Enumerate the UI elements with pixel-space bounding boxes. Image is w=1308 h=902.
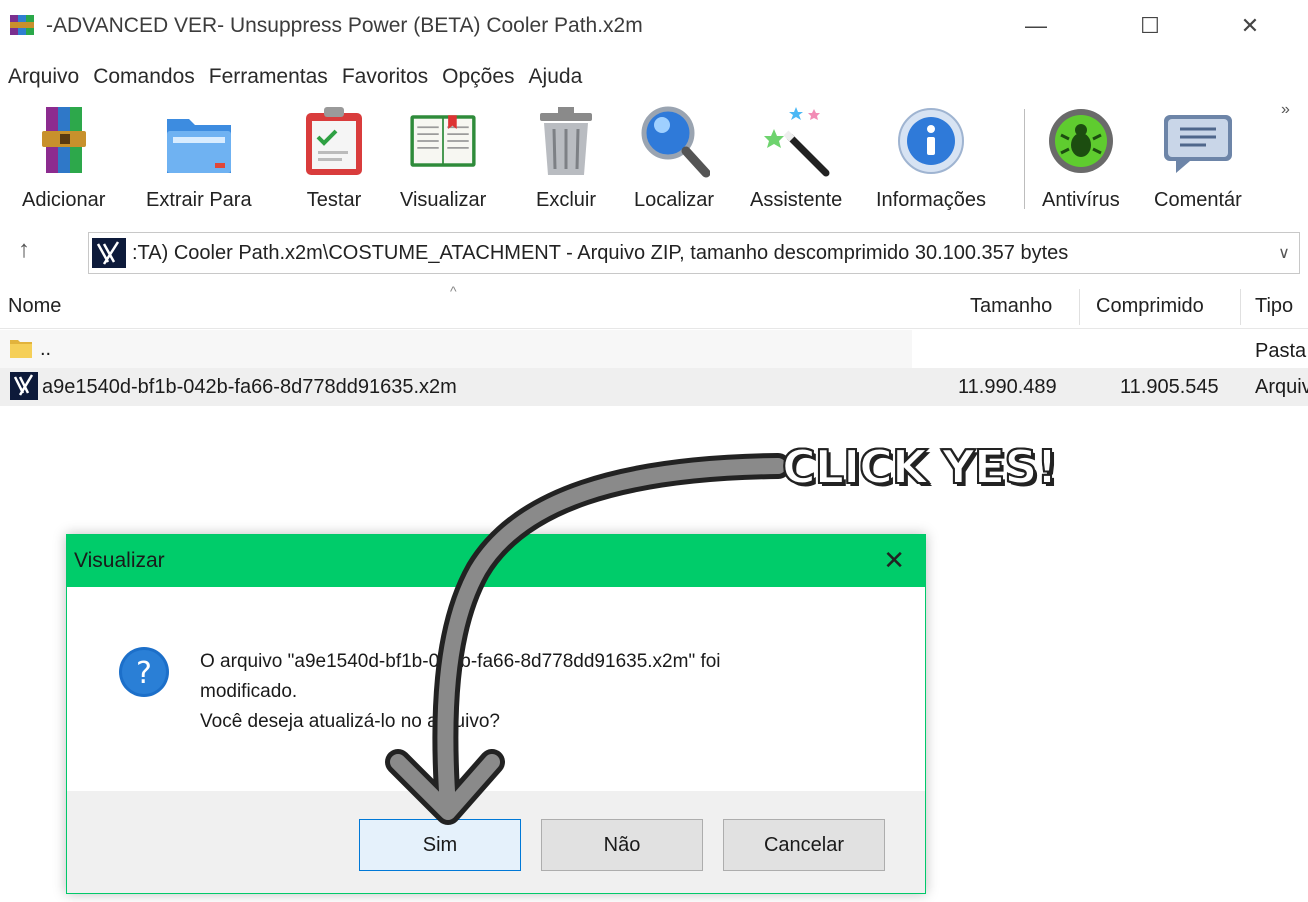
winrar-app-icon <box>10 15 34 35</box>
confirm-dialog: Visualizar ✕ ? O arquivo "a9e1540d-bf1b-… <box>66 534 926 894</box>
column-header-tamanho[interactable]: Tamanho <box>970 295 1052 318</box>
table-row-file[interactable]: a9e1540d-bf1b-042b-fa66-8d778dd91635.x2m… <box>0 368 1308 406</box>
magic-wand-icon <box>764 107 830 177</box>
x2m-file-icon <box>92 238 126 268</box>
folder-icon <box>10 340 32 358</box>
column-headers: ^ Nome Tamanho Comprimido Tipo <box>0 283 1308 329</box>
row-name: a9e1540d-bf1b-042b-fa66-8d778dd91635.x2m <box>42 376 457 398</box>
toolbar-visualizar-button[interactable]: Visualizar <box>400 103 486 221</box>
annotation-click-yes: CLICK YES! <box>781 439 1058 495</box>
toolbar-comentar-button[interactable]: Comentár <box>1154 103 1242 221</box>
title-bar: -ADVANCED VER- Unsuppress Power (BETA) C… <box>0 0 1308 52</box>
dialog-close-button[interactable]: ✕ <box>883 545 905 576</box>
address-dropdown-icon[interactable]: ∨ <box>1269 243 1299 263</box>
yes-button[interactable]: Sim <box>359 819 521 871</box>
close-window-button[interactable]: ✕ <box>1204 0 1296 52</box>
dialog-message-line: O arquivo "a9e1540d-bf1b-042b-fa66-8d778… <box>200 651 721 672</box>
sort-ascending-icon: ^ <box>450 283 457 299</box>
question-glyph: ? <box>136 656 152 691</box>
archive-books-icon <box>41 107 86 173</box>
folder-icon <box>166 119 231 173</box>
column-header-tipo[interactable]: Tipo <box>1255 295 1293 318</box>
column-divider[interactable] <box>1240 289 1241 325</box>
menu-arquivo[interactable]: Arquivo <box>0 65 85 89</box>
trash-icon <box>540 107 592 175</box>
menu-comandos[interactable]: Comandos <box>85 65 201 89</box>
toolbar-adicionar-button[interactable]: Adicionar <box>22 103 105 221</box>
column-divider[interactable] <box>1079 289 1080 325</box>
no-button[interactable]: Não <box>541 819 703 871</box>
table-row-parent-folder[interactable]: .. <box>0 330 912 368</box>
toolbar: Adicionar Extrair Para Testar Visualizar… <box>0 97 1308 225</box>
row-name: .. <box>40 338 52 360</box>
dialog-footer: Sim Não Cancelar <box>67 791 925 893</box>
open-book-icon <box>410 115 476 167</box>
minimize-button[interactable]: — <box>990 0 1082 52</box>
menu-bar: Arquivo Comandos Ferramentas Favoritos O… <box>0 58 588 96</box>
address-bar: ↑ :TA) Cooler Path.x2m\COSTUME_ATACHMENT… <box>0 226 1308 282</box>
toolbar-informacoes-button[interactable]: Informações <box>876 103 986 221</box>
dialog-title: Visualizar <box>74 549 165 572</box>
toolbar-testar-button[interactable]: Testar <box>298 103 370 221</box>
row-type: Arquivo <box>1255 376 1308 398</box>
menu-ajuda[interactable]: Ajuda <box>521 65 589 89</box>
dialog-title-bar: Visualizar ✕ <box>67 535 925 587</box>
x2m-file-icon <box>10 372 38 400</box>
magnifier-icon <box>641 106 711 178</box>
address-path: :TA) Cooler Path.x2m\COSTUME_ATACHMENT -… <box>132 241 1069 264</box>
dialog-message: O arquivo "a9e1540d-bf1b-042b-fa66-8d778… <box>200 647 721 737</box>
column-header-nome[interactable]: Nome <box>8 295 61 318</box>
info-icon <box>898 108 965 174</box>
question-icon: ? <box>119 647 169 697</box>
up-folder-button[interactable]: ↑ <box>18 236 30 264</box>
dialog-message-line: Você deseja atualizá-lo no arquivo? <box>200 711 500 732</box>
window-title: -ADVANCED VER- Unsuppress Power (BETA) C… <box>46 14 643 37</box>
dialog-message-line: modificado. <box>200 681 298 702</box>
toolbar-extrair-button[interactable]: Extrair Para <box>146 103 252 221</box>
comment-icon <box>1163 115 1232 173</box>
address-field[interactable]: :TA) Cooler Path.x2m\COSTUME_ATACHMENT -… <box>88 232 1300 274</box>
toolbar-antivirus-button[interactable]: Antivírus <box>1042 103 1120 221</box>
menu-favoritos[interactable]: Favoritos <box>334 65 434 89</box>
cancel-button[interactable]: Cancelar <box>723 819 885 871</box>
toolbar-overflow-button[interactable]: » <box>1281 101 1290 119</box>
row-size: 11.990.489 <box>958 376 1057 398</box>
maximize-button[interactable]: ☐ <box>1104 0 1196 52</box>
bug-icon <box>1048 109 1113 173</box>
toolbar-excluir-button[interactable]: Excluir <box>530 103 602 221</box>
row-packed: 11.905.545 <box>1120 376 1219 398</box>
toolbar-separator <box>1024 109 1025 209</box>
clipboard-check-icon <box>306 107 362 175</box>
toolbar-assistente-button[interactable]: Assistente <box>750 103 842 221</box>
row-type: Pasta <box>1255 340 1307 362</box>
menu-ferramentas[interactable]: Ferramentas <box>201 65 334 89</box>
toolbar-localizar-button[interactable]: Localizar <box>634 103 714 221</box>
menu-opcoes[interactable]: Opções <box>434 65 520 89</box>
column-header-comprimido[interactable]: Comprimido <box>1096 295 1204 318</box>
